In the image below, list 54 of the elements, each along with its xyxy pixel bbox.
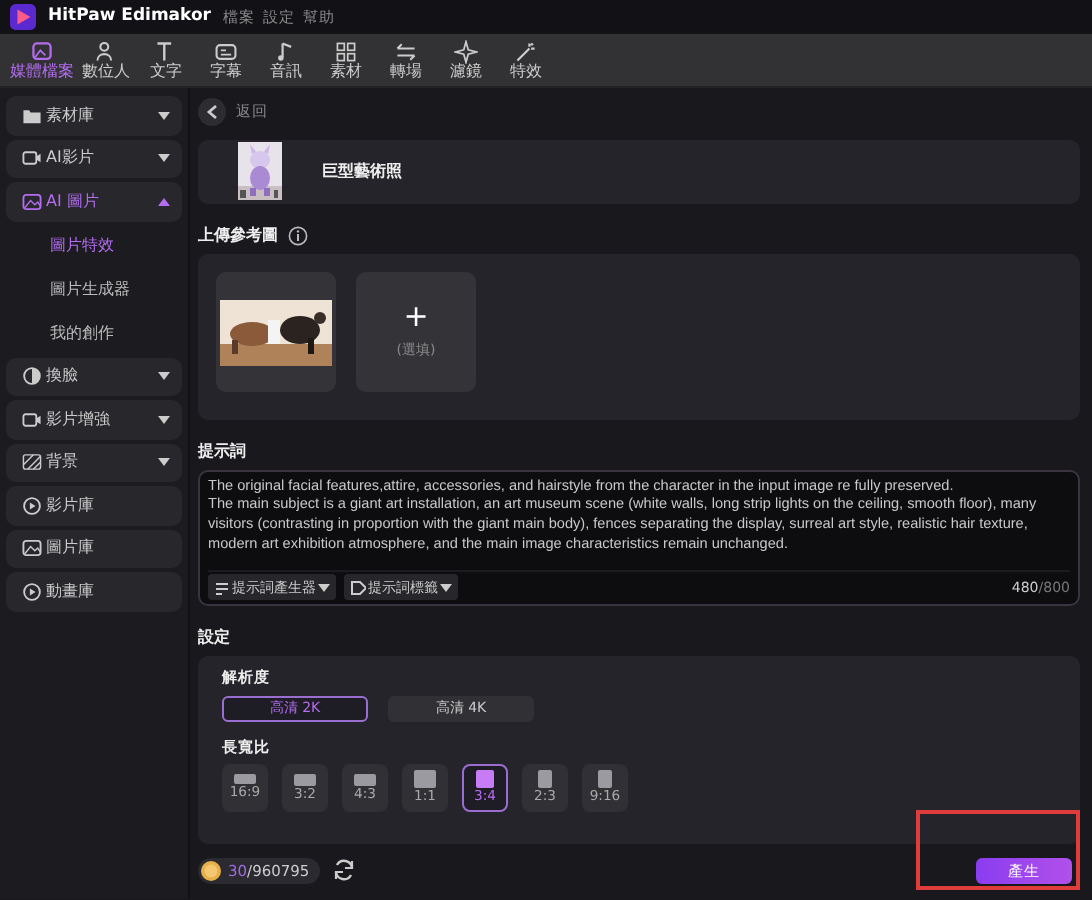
- sidebar-item[interactable]: 圖片庫: [6, 529, 182, 568]
- caret-icon: [318, 583, 330, 592]
- chevron-left-icon: [206, 103, 218, 120]
- effect-title: 巨型藝術照: [322, 159, 402, 184]
- back-button[interactable]: [198, 97, 226, 126]
- image-card[interactable]: [216, 272, 336, 392]
- info-icon: [288, 226, 308, 246]
- coin-icon: [200, 859, 222, 882]
- caret-icon: [440, 583, 452, 592]
- image-icon: [30, 39, 54, 64]
- section-title: 上傳參考圖: [198, 224, 278, 248]
- sparkle-icon: [454, 39, 478, 64]
- image-icon: [22, 538, 42, 559]
- toolbar-tab[interactable]: 濾鏡: [436, 39, 496, 81]
- section-title: 提示詞: [198, 439, 246, 464]
- toolbar-tab[interactable]: 特效: [496, 39, 556, 81]
- window-title: HitPaw Edimakor: [48, 4, 211, 30]
- sidebar-item[interactable]: AI 圖片: [6, 182, 182, 221]
- sidebar-item[interactable]: 動畫庫: [6, 572, 182, 611]
- app-logo-icon: [10, 4, 36, 30]
- toolbar-tab[interactable]: 音訊: [256, 39, 316, 81]
- magic-wand-icon: [514, 39, 538, 64]
- sidebar-item[interactable]: 換臉: [6, 357, 182, 396]
- toolbar-tab[interactable]: 數位人: [76, 39, 136, 81]
- folder-icon: [22, 105, 42, 126]
- sidebar-subitem[interactable]: 我的創作: [6, 313, 182, 353]
- tag-icon: [350, 579, 366, 596]
- sidebar-item[interactable]: 影片庫: [6, 486, 182, 525]
- sidebar-item[interactable]: 素材庫: [6, 96, 182, 135]
- toolbar-tab[interactable]: 轉場: [376, 39, 436, 81]
- video-camera-icon: [22, 148, 42, 169]
- play-icon: [22, 581, 42, 602]
- sidebar-item[interactable]: AI影片: [6, 139, 182, 178]
- pattern-icon: [22, 452, 42, 473]
- grid-icon: [334, 39, 358, 64]
- play-icon: [22, 495, 42, 516]
- toolbar-tab[interactable]: 媒體檔案: [8, 39, 76, 81]
- video-camera-icon: [22, 409, 42, 430]
- caption-icon: [214, 39, 238, 64]
- list-icon: [214, 579, 230, 596]
- toolbar-tab[interactable]: 字幕: [196, 39, 256, 81]
- sidebar-item[interactable]: 背景: [6, 443, 182, 482]
- refresh-icon: [331, 858, 356, 883]
- swap-arrows-icon: [394, 39, 418, 64]
- sidebar-subitem[interactable]: 圖片特效: [6, 225, 182, 265]
- toolbar-tab[interactable]: 文字: [136, 39, 196, 81]
- sidebar-item[interactable]: 影片增強: [6, 400, 182, 439]
- section-title: 設定: [198, 626, 230, 651]
- sidebar-subitem[interactable]: 圖片生成器: [6, 269, 182, 309]
- toolbar-tab[interactable]: 素材: [316, 39, 376, 81]
- image-icon: [22, 191, 42, 212]
- refresh-button[interactable]: [331, 858, 356, 883]
- person-icon: [94, 39, 118, 64]
- half-circle-icon: [22, 366, 42, 387]
